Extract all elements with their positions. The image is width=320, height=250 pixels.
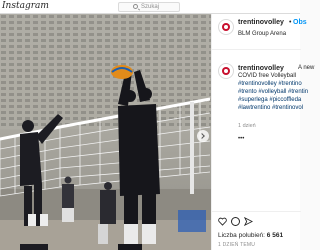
username-link[interactable]: trentinovolley: [238, 19, 284, 26]
hashtag-line[interactable]: #superlega #piccoffleda: [238, 97, 301, 103]
caption-text-line: COVID free Volleyball: [238, 73, 297, 79]
heart-icon[interactable]: [218, 217, 227, 226]
post-sidebar: trentinovolley • Obs BLM Group Arena tre…: [211, 14, 314, 250]
hashtag-line[interactable]: #trento #volleyball #trentin: [238, 89, 308, 95]
comment-icon[interactable]: [231, 217, 240, 226]
more-icon[interactable]: •••: [238, 136, 244, 142]
top-bar: Instagram Szukaj: [0, 0, 300, 14]
next-arrow-icon[interactable]: [197, 130, 209, 142]
hashtag-line[interactable]: #lawtrentino #trentinovol: [238, 105, 303, 111]
video-frame: [0, 14, 211, 250]
likes-number: 6 561: [266, 232, 284, 239]
avatar[interactable]: [218, 19, 234, 35]
time-ago: 1 dzień: [238, 123, 256, 129]
post-date: 1 DZIEŃ TEMU: [218, 242, 256, 248]
likes-label: Liczba polubień:: [218, 232, 265, 239]
instagram-logo[interactable]: Instagram: [2, 1, 49, 11]
search-icon: [133, 4, 138, 9]
post-header: trentinovolley • Obs BLM Group Arena: [212, 14, 307, 50]
separator-dot: •: [289, 19, 292, 26]
caption-avatar[interactable]: [218, 63, 234, 79]
caption-username[interactable]: trentinovolley: [238, 65, 284, 72]
action-bar: [212, 211, 301, 229]
location-link[interactable]: BLM Group Arena: [238, 31, 286, 37]
post: trentinovolley • Obs BLM Group Arena tre…: [0, 14, 314, 250]
hashtag-line[interactable]: #trentinovolley #trentino: [238, 81, 302, 87]
follow-button[interactable]: Obs: [293, 19, 307, 26]
search-input[interactable]: Szukaj: [118, 2, 180, 12]
post-video[interactable]: [0, 14, 211, 250]
share-icon[interactable]: [244, 217, 253, 226]
likes-count[interactable]: Liczba polubień: 6 561: [218, 232, 283, 239]
search-placeholder: Szukaj: [141, 4, 160, 10]
caption-text-line: A new: [298, 65, 315, 71]
caption: trentinovolley A new COVID free Volleyba…: [212, 51, 314, 211]
